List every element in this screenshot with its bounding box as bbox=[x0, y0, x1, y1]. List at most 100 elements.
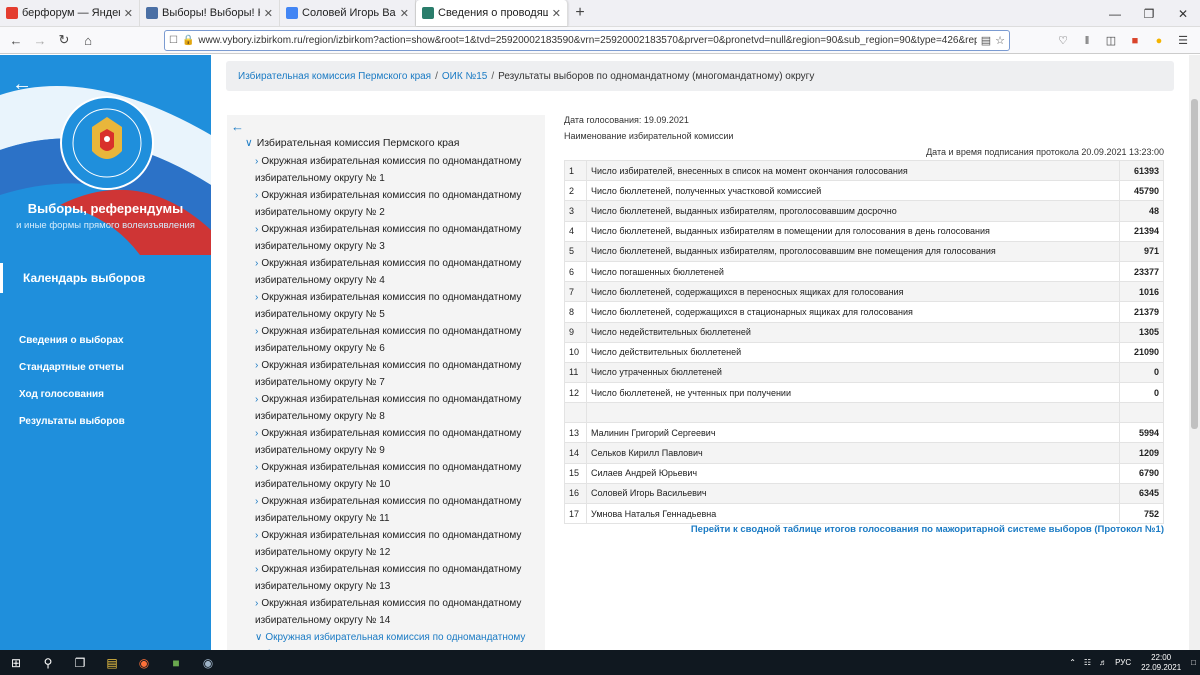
tree-item-oik-7[interactable]: › Окружная избирательная комиссия по одно… bbox=[255, 357, 540, 391]
tree-item-oik-3[interactable]: › Окружная избирательная комиссия по одно… bbox=[255, 221, 540, 255]
pocket-icon[interactable]: ♡ bbox=[1052, 30, 1074, 51]
protocol-link[interactable]: Перейти к сводной таблице итогов голосов… bbox=[691, 524, 1164, 535]
tab-title: Сведения о проводящихся вы bbox=[438, 7, 548, 19]
minimize-icon[interactable]: — bbox=[1098, 0, 1132, 27]
row-number: 1 bbox=[564, 159, 587, 182]
tree-root-label: Избирательная комиссия Пермского края bbox=[256, 137, 460, 149]
bookmark-star-icon[interactable]: ☆ bbox=[995, 34, 1005, 47]
tree-item-number: 1 bbox=[379, 173, 385, 184]
shield-icon: ☐ bbox=[169, 35, 178, 46]
minecraft-icon[interactable]: ■ bbox=[160, 650, 192, 675]
reload-icon[interactable]: ↻ bbox=[52, 28, 76, 52]
maximize-icon[interactable]: ❐ bbox=[1132, 0, 1166, 27]
tab-title: Соловей Игорь Васильевич: к bbox=[302, 7, 396, 19]
sidebar-item-election-results[interactable]: Результаты выборов bbox=[19, 415, 125, 442]
tree-item-oik-1[interactable]: › Окружная избирательная комиссия по одно… bbox=[255, 153, 540, 187]
tree-item-oik-2[interactable]: › Окружная избирательная комиссия по одно… bbox=[255, 187, 540, 221]
notifications-icon[interactable]: □ bbox=[1191, 658, 1196, 667]
library-icon[interactable]: ‖ bbox=[1076, 30, 1098, 51]
home-icon[interactable]: ⌂ bbox=[76, 28, 100, 52]
tree-back-arrow-icon[interactable]: ← bbox=[231, 119, 244, 134]
reader-view-icon[interactable]: ▤ bbox=[981, 34, 991, 47]
voting-date: Дата голосования: 19.09.2021 bbox=[564, 115, 689, 125]
chevron-right-icon: › bbox=[255, 360, 259, 371]
windows-start-icon[interactable]: ⊞ bbox=[0, 650, 32, 675]
table-row: 10 Число действительных бюллетеней 21090 bbox=[564, 341, 1164, 363]
row-label: Число бюллетеней, не учтенных при получе… bbox=[586, 382, 1120, 404]
network-icon[interactable]: ☷ bbox=[1084, 658, 1091, 667]
firefox-icon[interactable]: ◉ bbox=[128, 650, 160, 675]
task-view-icon[interactable]: ❐ bbox=[64, 650, 96, 675]
tree-item-oik-12[interactable]: › Окружная избирательная комиссия по одно… bbox=[255, 527, 540, 561]
steam-icon[interactable]: ◉ bbox=[192, 650, 224, 675]
url-bar[interactable]: ☐ 🔒 www.vybory.izbirkom.ru/region/izbirk… bbox=[164, 30, 1010, 51]
extension-icon[interactable]: ● bbox=[1148, 30, 1170, 51]
back-arrow-icon[interactable]: ← bbox=[12, 73, 32, 96]
close-tab-icon[interactable]: ✕ bbox=[264, 7, 273, 20]
clock[interactable]: 22:00 22.09.2021 bbox=[1141, 653, 1181, 673]
browser-tab[interactable]: Сведения о проводящихся вы ✕ bbox=[416, 0, 568, 26]
tree-item-oik-8[interactable]: › Окружная избирательная комиссия по одно… bbox=[255, 391, 540, 425]
tree-item-oik-4[interactable]: › Окружная избирательная комиссия по одно… bbox=[255, 255, 540, 289]
tree-item-oik-15[interactable]: ∨ Окружная избирательная комиссия по одно… bbox=[255, 629, 540, 650]
close-tab-icon[interactable]: ✕ bbox=[124, 7, 133, 20]
tree-item-oik-5[interactable]: › Окружная избирательная комиссия по одно… bbox=[255, 289, 540, 323]
chevron-down-icon: ∨ bbox=[255, 632, 263, 643]
scrollbar-thumb[interactable] bbox=[1191, 99, 1198, 429]
close-window-icon[interactable]: ✕ bbox=[1166, 0, 1200, 27]
voting-date-label: Дата голосования: bbox=[564, 115, 642, 125]
tab-title: берфорум — Яндекс: нашлось bbox=[22, 7, 120, 19]
row-value: 971 bbox=[1119, 240, 1164, 262]
row-value: 1305 bbox=[1119, 321, 1164, 343]
tree-item-oik-9[interactable]: › Окружная избирательная комиссия по одно… bbox=[255, 425, 540, 459]
back-arrow-icon[interactable]: ← bbox=[4, 28, 28, 52]
row-number: 12 bbox=[564, 382, 587, 404]
page-scrollbar[interactable] bbox=[1189, 55, 1200, 650]
tree-item-oik-13[interactable]: › Окружная избирательная комиссия по одно… bbox=[255, 561, 540, 595]
sidebar-item-voting-progress[interactable]: Ход голосования bbox=[19, 388, 125, 415]
calendar-link[interactable]: Календарь выборов bbox=[0, 263, 211, 293]
sidebar-toggle-icon[interactable]: ◫ bbox=[1100, 30, 1122, 51]
breadcrumb-item-perm[interactable]: Избирательная комиссия Пермского края bbox=[238, 71, 431, 82]
language-indicator[interactable]: РУС bbox=[1115, 658, 1131, 667]
url-text[interactable]: www.vybory.izbirkom.ru/region/izbirkom?a… bbox=[198, 35, 976, 46]
row-value: 5994 bbox=[1119, 422, 1164, 444]
tree-item-prefix: Окружная избирательная комиссия по одном… bbox=[255, 394, 522, 422]
table-row: 1 Число избирателей, внесенных в список н… bbox=[564, 159, 1164, 182]
chevron-right-icon: › bbox=[255, 258, 259, 269]
tree-item-oik-6[interactable]: › Окружная избирательная комиссия по одно… bbox=[255, 323, 540, 357]
chevron-right-icon: › bbox=[255, 428, 259, 439]
volume-icon[interactable]: ♬ bbox=[1099, 658, 1107, 667]
tree-item-prefix: Окружная избирательная комиссия по одном… bbox=[255, 428, 522, 456]
izbirkom-icon bbox=[422, 7, 434, 19]
browser-tab[interactable]: Соловей Игорь Васильевич: к ✕ bbox=[280, 0, 416, 26]
close-tab-icon[interactable]: ✕ bbox=[552, 7, 561, 20]
breadcrumb-current: Результаты выборов по одномандатному (мн… bbox=[498, 70, 815, 82]
table-row: 11 Число утраченных бюллетеней 0 bbox=[564, 361, 1164, 384]
new-tab-button[interactable]: + bbox=[568, 0, 592, 26]
tree-item-oik-14[interactable]: › Окружная избирательная комиссия по одно… bbox=[255, 595, 540, 629]
row-label: Число бюллетеней, выданных избирателям, … bbox=[586, 200, 1120, 222]
tree-item-oik-10[interactable]: › Окружная избирательная комиссия по одно… bbox=[255, 459, 540, 493]
lock-icon: 🔒 bbox=[181, 35, 195, 46]
file-explorer-icon[interactable]: ▤ bbox=[96, 650, 128, 675]
tree-item-number: 10 bbox=[379, 479, 391, 490]
search-icon[interactable]: ⚲ bbox=[32, 650, 64, 675]
sidebar-item-election-info[interactable]: Сведения о выборах bbox=[19, 334, 125, 361]
tree-item-oik-11[interactable]: › Окружная избирательная комиссия по одно… bbox=[255, 493, 540, 527]
menu-icon[interactable]: ☰ bbox=[1172, 30, 1194, 51]
breadcrumb-item-oik[interactable]: ОИК №15 bbox=[442, 71, 487, 82]
close-tab-icon[interactable]: ✕ bbox=[400, 7, 409, 20]
forward-arrow-icon[interactable]: → bbox=[28, 28, 52, 52]
tray-chevron-icon[interactable]: ⌃ bbox=[1069, 658, 1076, 667]
tree-item-prefix: Окружная избирательная комиссия по одном… bbox=[255, 156, 522, 184]
sidebar-item-standard-reports[interactable]: Стандартные отчеты bbox=[19, 361, 125, 388]
tree-root[interactable]: ∨ Избирательная комиссия Пермского края bbox=[245, 137, 459, 149]
browser-tab[interactable]: берфорум — Яндекс: нашлось ✕ bbox=[0, 0, 140, 26]
tree-item-number: 8 bbox=[379, 411, 385, 422]
extension-icon[interactable]: ■ bbox=[1124, 30, 1146, 51]
browser-tab[interactable]: Выборы! Выборы! Кандидаты ✕ bbox=[140, 0, 280, 26]
tree-item-number: 14 bbox=[379, 615, 391, 626]
tree-item-number: 6 bbox=[379, 343, 385, 354]
row-label: Число бюллетеней, содержащихся в перенос… bbox=[586, 281, 1120, 303]
